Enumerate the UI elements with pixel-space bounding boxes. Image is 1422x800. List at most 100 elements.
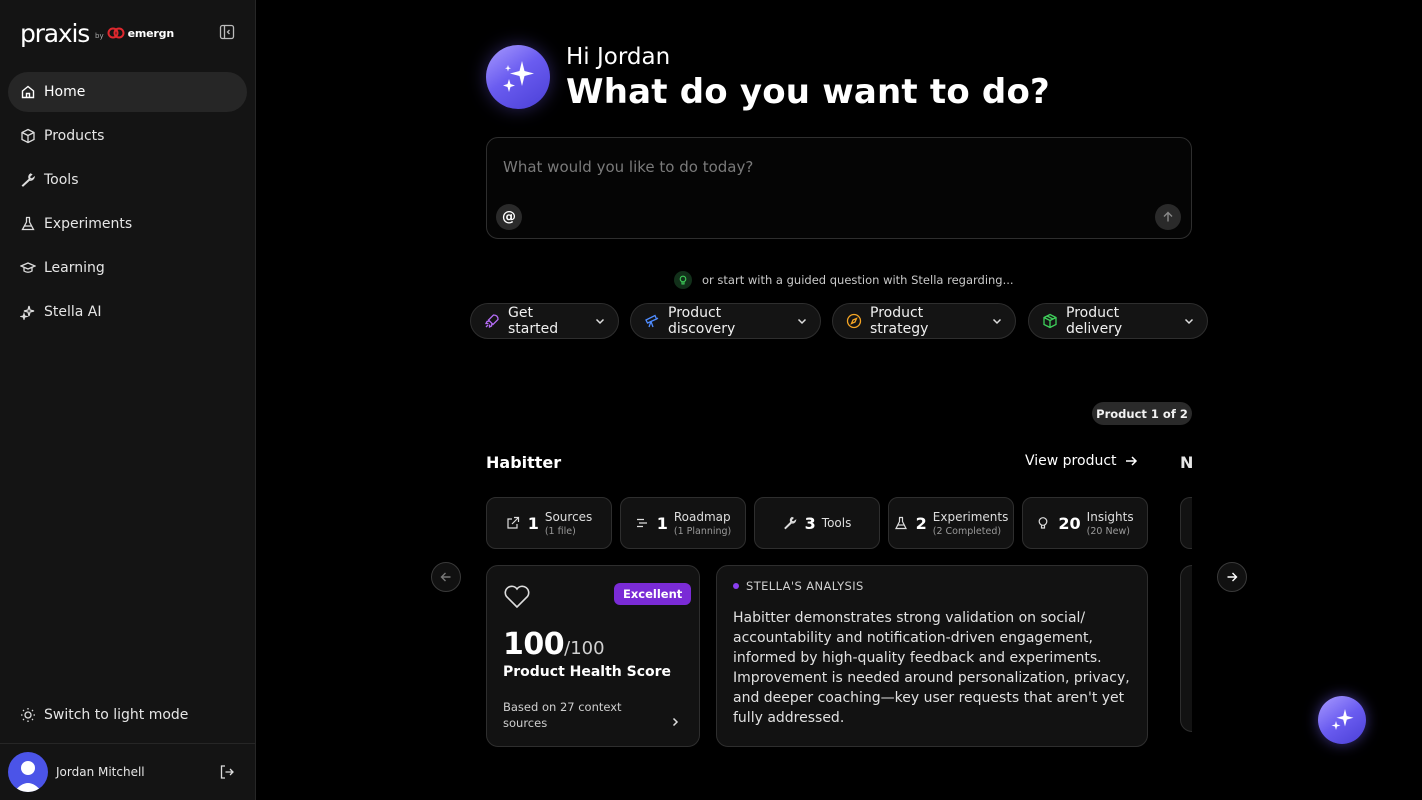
arrow-up-icon	[1162, 211, 1174, 223]
stat-number: 1	[527, 513, 539, 533]
chip-product-delivery[interactable]: Product delivery	[1028, 303, 1208, 339]
lightbulb-icon	[674, 271, 692, 289]
sidebar-item-products[interactable]: Products	[8, 116, 247, 156]
wrench-icon	[20, 172, 36, 188]
stat-label: Sources	[544, 509, 593, 524]
emergn-logo-icon	[107, 27, 125, 39]
sidebar-item-label: Products	[44, 128, 105, 144]
sidebar-item-home[interactable]: Home	[8, 72, 247, 112]
sidebar-item-stella-ai[interactable]: Stella AI	[8, 292, 247, 332]
stat-label: Insights	[1086, 509, 1134, 524]
brand-name: praxis	[20, 18, 90, 48]
brand-logo[interactable]: praxis by emergn	[20, 20, 236, 46]
prompt-input[interactable]	[503, 156, 1103, 178]
sidebar-item-label: Stella AI	[44, 304, 102, 320]
sidebar-item-experiments[interactable]: Experiments	[8, 204, 247, 244]
product-health-card[interactable]: Excellent 100 /100 Product Health Score …	[486, 565, 700, 747]
heart-icon	[503, 584, 531, 610]
sidebar: praxis by emergn Home Products Tools Exp…	[0, 0, 256, 800]
greeting: Hi Jordan	[566, 44, 671, 70]
prompt-box: @	[486, 137, 1192, 239]
collapse-sidebar-icon[interactable]	[219, 24, 235, 40]
stat-label: Roadmap	[673, 509, 731, 524]
view-product-label: View product	[1025, 453, 1117, 469]
logout-icon[interactable]	[219, 764, 235, 780]
next-product-card-peek	[1180, 565, 1192, 732]
external-link-icon	[506, 516, 520, 530]
sidebar-item-label: Learning	[44, 260, 105, 276]
rocket-icon	[484, 313, 500, 329]
stella-analysis-card: STELLA'S ANALYSIS Habitter demonstrates …	[716, 565, 1148, 747]
chip-product-strategy[interactable]: Product strategy	[832, 303, 1016, 339]
compass-icon	[846, 313, 862, 329]
arrow-left-icon	[440, 571, 452, 583]
graduation-cap-icon	[20, 260, 36, 276]
stella-fab-button[interactable]	[1318, 696, 1366, 744]
health-score-value: 100	[503, 627, 565, 662]
health-score: 100 /100	[503, 627, 605, 662]
analysis-heading-text: STELLA'S ANALYSIS	[746, 579, 864, 593]
guided-prompt: or start with a guided question with Ste…	[674, 271, 1014, 289]
chevron-down-icon	[594, 315, 606, 327]
health-title: Product Health Score	[503, 664, 672, 680]
chip-get-started[interactable]: Get started	[470, 303, 619, 339]
flask-icon	[20, 216, 36, 232]
sun-icon	[20, 707, 36, 723]
roadmap-icon	[635, 516, 649, 530]
chip-label: Product discovery	[668, 305, 736, 337]
stat-sub: (1 file)	[544, 525, 576, 537]
stat-sub: (1 Planning)	[673, 525, 732, 537]
next-product-name: N	[1180, 453, 1192, 472]
package-icon	[1042, 313, 1058, 329]
chevron-down-icon	[991, 315, 1003, 327]
stat-number: 20	[1058, 513, 1081, 533]
chevron-down-icon	[796, 315, 808, 327]
stat-experiments[interactable]: 2 Experiments (2 Completed)	[888, 497, 1014, 549]
chevron-right-icon[interactable]	[669, 716, 681, 728]
send-button[interactable]	[1155, 204, 1181, 230]
page-title: What do you want to do?	[566, 72, 1050, 112]
sparkles-icon	[20, 304, 36, 320]
chip-label: Get started	[508, 305, 559, 337]
stat-number: 3	[804, 513, 816, 533]
brand-partner: emergn	[127, 26, 175, 40]
chevron-down-icon	[1183, 315, 1195, 327]
theme-toggle-button[interactable]: Switch to light mode	[20, 704, 188, 726]
next-product-stat-peek	[1180, 497, 1192, 549]
wrench-icon	[783, 516, 797, 530]
sidebar-nav: Home Products Tools Experiments Learning…	[8, 72, 247, 336]
stat-roadmap[interactable]: 1 Roadmap (1 Planning)	[620, 497, 746, 549]
carousel-next-button[interactable]	[1217, 562, 1247, 592]
stat-sources[interactable]: 1 Sources (1 file)	[486, 497, 612, 549]
stat-sub: (20 New)	[1086, 525, 1130, 537]
stat-label: Experiments	[932, 509, 1009, 524]
theme-toggle-label: Switch to light mode	[44, 707, 189, 723]
stat-number: 2	[915, 513, 927, 533]
health-score-max: /100	[564, 638, 605, 659]
health-note: Based on 27 context sources	[503, 700, 622, 730]
sidebar-item-label: Home	[44, 84, 86, 100]
sidebar-item-label: Experiments	[44, 216, 133, 232]
chip-label: Product delivery	[1066, 305, 1123, 337]
stat-number: 1	[656, 513, 668, 533]
sidebar-item-label: Tools	[44, 172, 79, 188]
at-icon: @	[502, 209, 516, 225]
analysis-heading: STELLA'S ANALYSIS	[733, 579, 864, 593]
chip-product-discovery[interactable]: Product discovery	[630, 303, 821, 339]
carousel-prev-button[interactable]	[431, 562, 461, 592]
arrow-right-icon	[1226, 571, 1238, 583]
product-name: Habitter	[486, 453, 562, 472]
mention-button[interactable]: @	[496, 204, 522, 230]
sidebar-item-learning[interactable]: Learning	[8, 248, 247, 288]
stat-tools[interactable]: 3 Tools	[754, 497, 880, 549]
stat-insights[interactable]: 20 Insights (20 New)	[1022, 497, 1148, 549]
analysis-body: Habitter demonstrates strong validation …	[733, 610, 1130, 726]
product-counter-badge: Product 1 of 2	[1092, 402, 1192, 425]
user-name: Jordan Mitchell	[56, 765, 145, 779]
avatar[interactable]	[8, 752, 48, 792]
user-profile[interactable]: Jordan Mitchell	[0, 743, 255, 800]
home-icon	[20, 84, 36, 100]
sidebar-item-tools[interactable]: Tools	[8, 160, 247, 200]
view-product-link[interactable]: View product	[1025, 453, 1138, 469]
telescope-icon	[644, 313, 660, 329]
